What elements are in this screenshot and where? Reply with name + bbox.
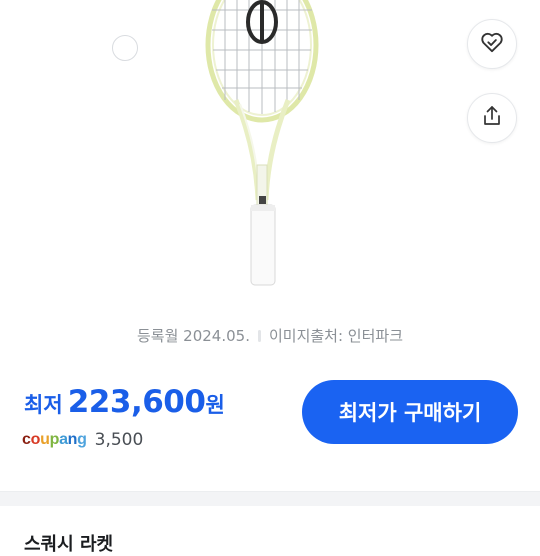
meta-divider: [257, 330, 261, 342]
racket-image: [205, 0, 319, 286]
buy-lowest-price-button[interactable]: 최저가 구매하기: [302, 380, 518, 444]
price-unit: 원: [205, 393, 225, 417]
product-meta: 등록월 2024.05. 이미지출처: 인터파크: [0, 325, 540, 346]
share-icon: [480, 104, 504, 132]
buy-button-label: 최저가 구매하기: [338, 401, 482, 425]
lowest-price: 최저 223,600원: [24, 384, 225, 420]
section-title: 스쿼시 라켓: [24, 534, 114, 555]
share-button[interactable]: [467, 93, 517, 143]
coupang-logo: coupang: [22, 431, 87, 448]
price-value: 223,600: [67, 384, 206, 420]
image-indicator[interactable]: [112, 35, 138, 61]
price-prefix: 최저: [24, 393, 63, 417]
image-source: 이미지출처: 인터파크: [268, 327, 403, 345]
product-image[interactable]: [0, 0, 540, 300]
seller-price: 3,500: [94, 430, 144, 450]
seller-info[interactable]: coupang 3,500: [22, 430, 143, 450]
registered-date: 등록월 2024.05.: [137, 327, 250, 345]
wishlist-button[interactable]: [467, 19, 517, 69]
section-divider: [0, 491, 540, 506]
heart-check-icon: [479, 29, 505, 59]
